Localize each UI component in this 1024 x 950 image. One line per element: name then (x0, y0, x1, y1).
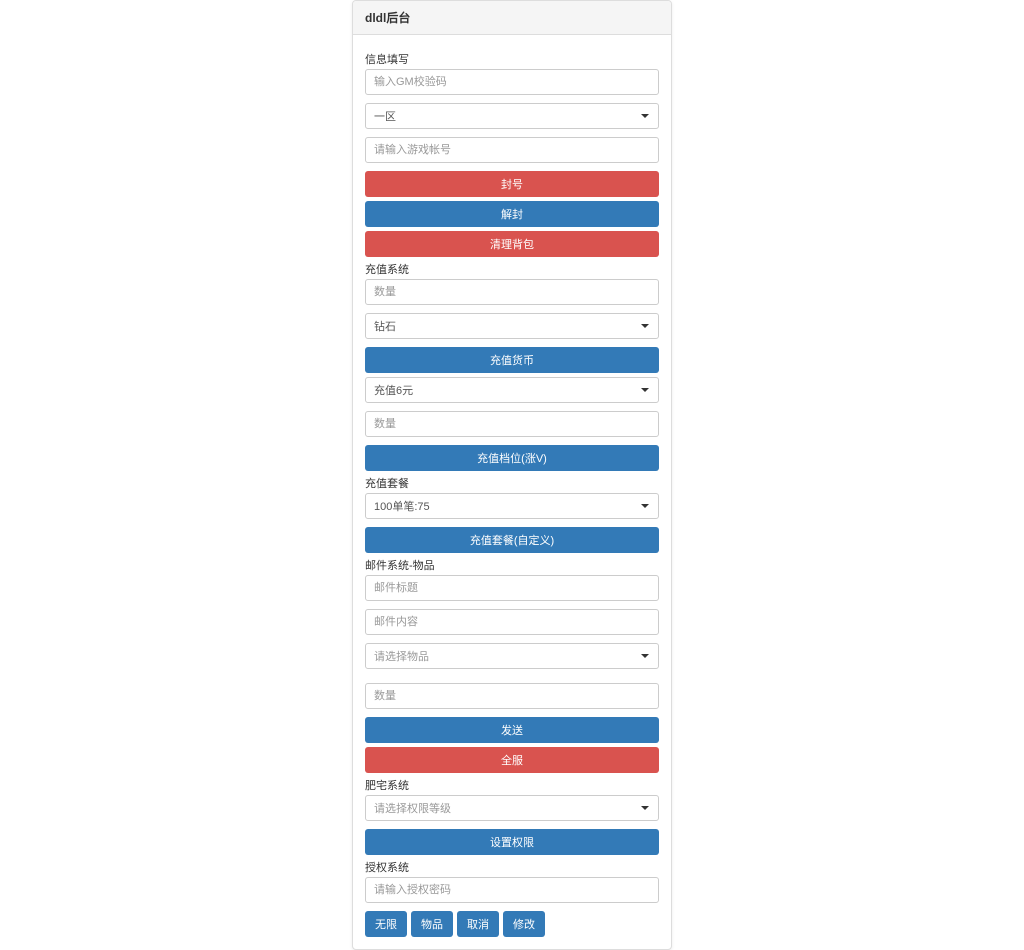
mail-item-select-value: 请选择物品 (365, 643, 659, 669)
mail-allserver-button[interactable]: 全服 (365, 747, 659, 773)
recharge-package-button[interactable]: 充值套餐(自定义) (365, 527, 659, 553)
section-info: 信息填写 (365, 51, 659, 67)
section-auth: 授权系统 (365, 859, 659, 875)
perm-level-select[interactable]: 请选择权限等级 (365, 795, 659, 821)
auth-unlimited-button[interactable]: 无限 (365, 911, 407, 937)
mail-title-input[interactable] (365, 575, 659, 601)
recharge-rank-button[interactable]: 充值档位(涨V) (365, 445, 659, 471)
unban-button[interactable]: 解封 (365, 201, 659, 227)
account-input[interactable] (365, 137, 659, 163)
panel-title: dldl后台 (353, 1, 671, 35)
section-perm: 肥宅系统 (365, 777, 659, 793)
admin-panel: dldl后台 信息填写 一区 封号 解封 清理背包 充值系统 钻石 充值货币 充… (352, 0, 672, 950)
auth-cancel-button[interactable]: 取消 (457, 911, 499, 937)
auth-goods-button[interactable]: 物品 (411, 911, 453, 937)
panel-body: 信息填写 一区 封号 解封 清理背包 充值系统 钻石 充值货币 充值6元 充值档… (353, 35, 671, 949)
ban-button[interactable]: 封号 (365, 171, 659, 197)
package-select-value: 100单笔:75 (365, 493, 659, 519)
perm-level-select-value: 请选择权限等级 (365, 795, 659, 821)
recharge-qty-input[interactable] (365, 279, 659, 305)
auth-modify-button[interactable]: 修改 (503, 911, 545, 937)
auth-code-input[interactable] (365, 877, 659, 903)
package-select[interactable]: 100单笔:75 (365, 493, 659, 519)
gm-code-input[interactable] (365, 69, 659, 95)
zone-select-value: 一区 (365, 103, 659, 129)
auth-button-row: 无限 物品 取消 修改 (365, 911, 659, 937)
currency-select-value: 钻石 (365, 313, 659, 339)
recharge-currency-button[interactable]: 充值货币 (365, 347, 659, 373)
section-recharge: 充值系统 (365, 261, 659, 277)
tier-select[interactable]: 充值6元 (365, 377, 659, 403)
section-package: 充值套餐 (365, 475, 659, 491)
clear-bag-button[interactable]: 清理背包 (365, 231, 659, 257)
recharge-qty2-input[interactable] (365, 411, 659, 437)
mail-send-button[interactable]: 发送 (365, 717, 659, 743)
currency-select[interactable]: 钻石 (365, 313, 659, 339)
mail-item-select[interactable]: 请选择物品 (365, 643, 659, 669)
mail-content-input[interactable] (365, 609, 659, 635)
tier-select-value: 充值6元 (365, 377, 659, 403)
set-perm-button[interactable]: 设置权限 (365, 829, 659, 855)
section-mail: 邮件系统-物品 (365, 557, 659, 573)
zone-select[interactable]: 一区 (365, 103, 659, 129)
mail-qty-input[interactable] (365, 683, 659, 709)
